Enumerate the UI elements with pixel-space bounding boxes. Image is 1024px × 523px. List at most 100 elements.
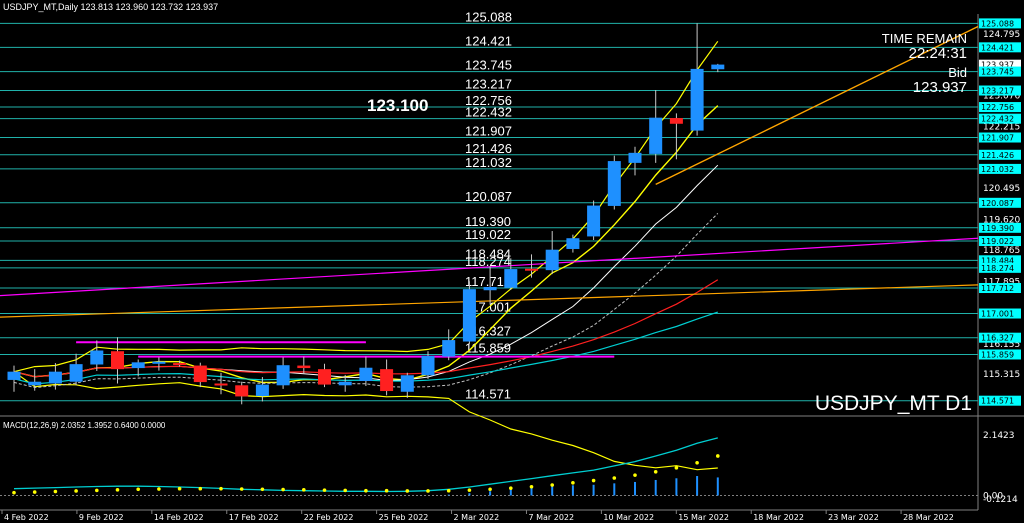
candle-body: [628, 152, 642, 163]
candle-body: [711, 64, 725, 70]
candle-body: [152, 361, 166, 364]
macd-signal-dot: [571, 480, 575, 485]
bid-value: 123.937: [913, 79, 967, 96]
level-line-label: 122.432: [465, 105, 512, 120]
price-tag-label: 121.426: [981, 151, 1014, 160]
candle-body: [566, 238, 580, 249]
macd-tick-label: 2.1423: [983, 431, 1015, 441]
price-tag-label: 121.907: [981, 134, 1014, 143]
macd-signal-dot: [157, 487, 161, 491]
date-tick-label: 4 Feb 2022: [4, 513, 49, 522]
level-line-label: 123.217: [465, 77, 512, 92]
chart-background: [0, 0, 1024, 523]
macd-signal-dot: [322, 488, 327, 492]
candle-body: [235, 385, 249, 397]
price-tag-label: 115.859: [981, 350, 1014, 359]
date-tick-label: 22 Feb 2022: [304, 513, 354, 522]
macd-signal-dot: [695, 460, 699, 465]
macd-signal-dot: [405, 489, 410, 493]
price-tag: 120.087: [979, 197, 1021, 208]
candle-body: [400, 375, 414, 392]
level-line-label: 123.745: [465, 58, 512, 73]
candle-body: [173, 363, 187, 366]
level-line-label: 125.088: [465, 9, 512, 24]
level-line-label: 121.032: [465, 155, 512, 170]
date-tick-label: 28 Mar 2022: [903, 513, 954, 522]
candle: [587, 200, 601, 241]
price-tag: 118.274: [979, 262, 1021, 273]
macd-signal-dot: [12, 490, 16, 495]
macd-signal-dot: [591, 478, 596, 483]
price-tag-label: 123.217: [981, 87, 1014, 96]
level-line-label: 121.426: [465, 141, 512, 156]
price-tag: 123.217: [979, 85, 1021, 96]
macd-signal-dot: [467, 488, 472, 492]
macd-signal-dot: [529, 484, 534, 489]
price-tag-label: 118.274: [981, 264, 1014, 273]
candle-body: [131, 362, 145, 369]
candle-body: [214, 383, 228, 386]
price-tag-label: 119.390: [981, 224, 1014, 233]
candle-body: [7, 371, 21, 380]
candle-body: [649, 117, 663, 154]
date-tick-label: 17 Feb 2022: [229, 513, 279, 522]
candle-body: [587, 205, 601, 237]
macd-signal-dot: [260, 487, 265, 492]
price-tag: 121.032: [979, 163, 1021, 174]
time-remain-value: 22:24:31: [909, 45, 967, 62]
macd-signal-dot: [426, 489, 430, 493]
level-line-label: 117.712: [465, 274, 511, 289]
candle-body: [28, 381, 42, 386]
macd-signal-dot: [633, 473, 637, 477]
candle-body: [359, 367, 373, 381]
price-tag-label: 124.421: [981, 43, 1014, 52]
macd-signal-dot: [550, 483, 554, 487]
macd-signal-dot: [716, 454, 720, 458]
date-tick-label: 23 Mar 2022: [828, 513, 879, 522]
price-tag-label: 119.022: [981, 237, 1014, 246]
date-tick-label: 10 Mar 2022: [603, 513, 654, 522]
macd-signal-dot: [674, 466, 679, 470]
price-tag: 117.001: [979, 308, 1021, 319]
price-tag-label: 117.001: [981, 310, 1014, 319]
candle-body: [297, 365, 311, 369]
price-tag-label: 122.756: [981, 103, 1014, 112]
level-line-label: 124.421: [465, 33, 512, 48]
date-tick-label: 25 Feb 2022: [379, 513, 429, 522]
chart-canvas[interactable]: 125.088 124.421 123.745 123.217 122.756 122.4…: [0, 0, 1024, 523]
macd-signal-dot: [384, 488, 389, 493]
macd-label: MACD(12,26,9) 2.0352 1.3952 0.6400 0.000…: [3, 421, 166, 430]
price-tag: 116.327: [979, 332, 1021, 343]
level-line-label: 121.907: [465, 124, 512, 139]
date-tick-label: 18 Mar 2022: [753, 513, 804, 522]
chart-watermark: USDJPY_MT D1: [815, 392, 972, 415]
macd-signal-dot: [364, 488, 368, 493]
price-tick-label: 122.215: [983, 122, 1020, 132]
price-tag: 122.432: [979, 113, 1021, 124]
price-tag: 125.088: [979, 18, 1021, 29]
macd-signal-dot: [446, 488, 451, 493]
price-tag-label: 125.088: [981, 19, 1014, 28]
price-tag: 122.756: [979, 102, 1021, 113]
candle-body: [48, 371, 62, 384]
date-tick-label: 7 Mar 2022: [528, 513, 574, 522]
time-remain-label: TIME REMAIN: [882, 31, 967, 46]
date-tick-label: 9 Feb 2022: [79, 513, 124, 522]
price-tag: 119.022: [979, 236, 1021, 247]
macd-signal-dot: [74, 489, 78, 493]
candle-body: [525, 268, 538, 271]
price-tag-label: 114.571: [981, 397, 1014, 406]
candle-body: [545, 249, 559, 271]
macd-signal-dot: [95, 488, 99, 493]
macd-signal-dot: [219, 486, 223, 491]
candle-body: [504, 269, 518, 288]
price-tag: 124.421: [979, 42, 1021, 53]
candle: [462, 281, 476, 345]
price-tag: 114.571: [979, 395, 1021, 406]
date-tick-label: 14 Feb 2022: [154, 513, 204, 522]
candle-body: [193, 365, 207, 383]
price-tick-label: 120.495: [983, 184, 1020, 194]
candle-body: [69, 364, 83, 382]
level-line-label: 119.022: [465, 227, 511, 242]
price-tag: 121.907: [979, 132, 1021, 143]
